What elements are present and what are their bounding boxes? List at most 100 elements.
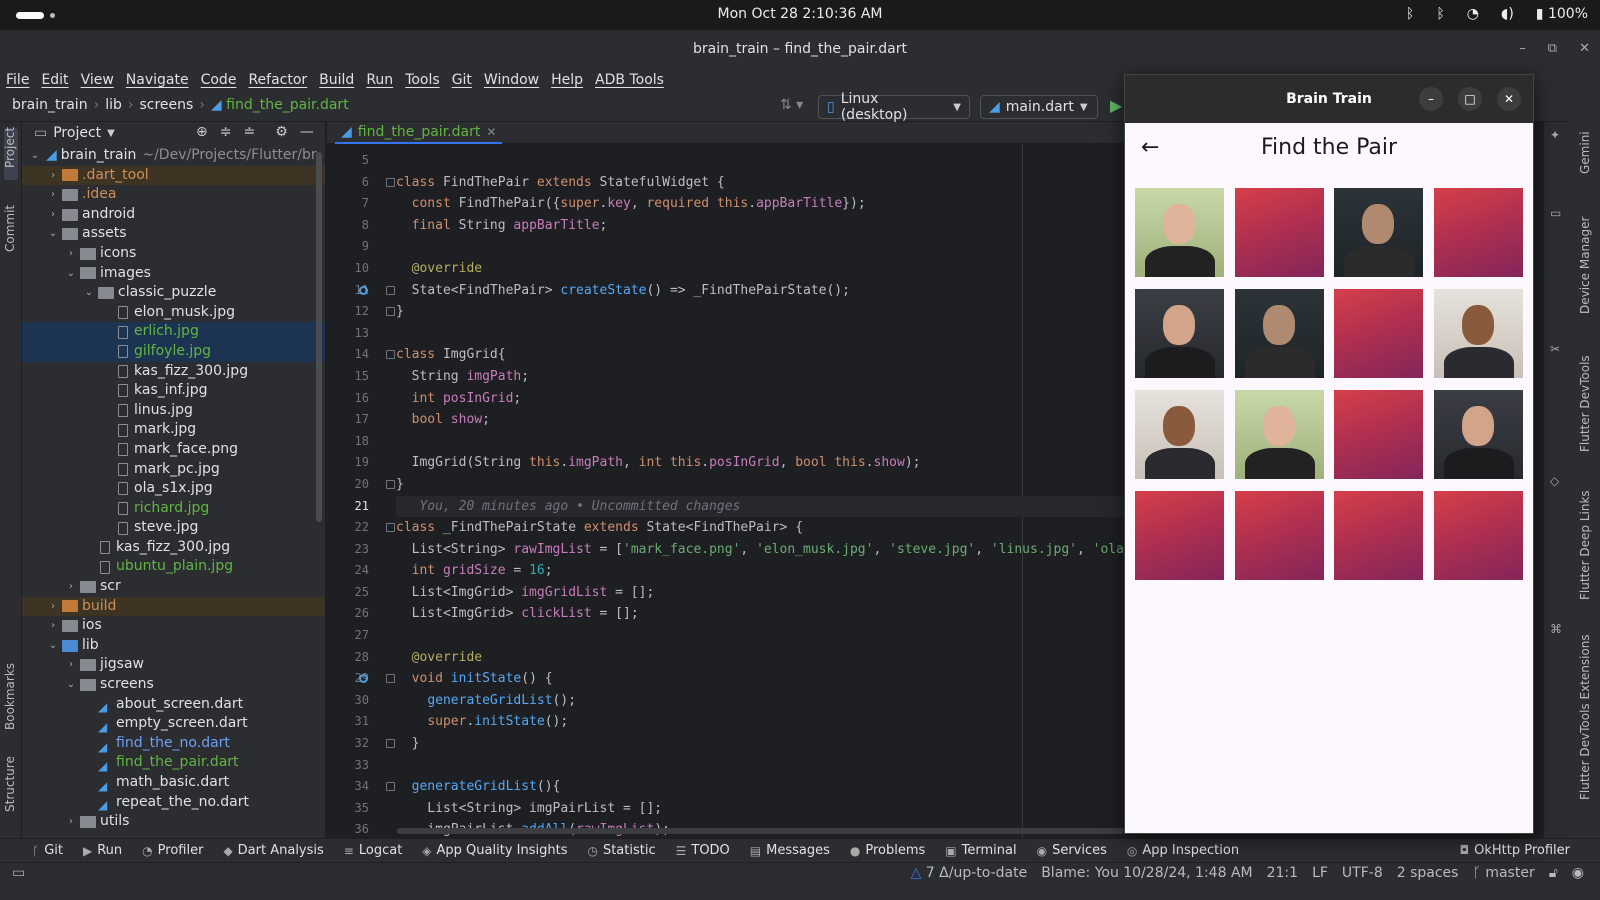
- tree-item[interactable]: ◢ about_screen.dart: [22, 695, 325, 715]
- horizontal-scrollbar[interactable]: [397, 828, 1124, 834]
- project-tool-button[interactable]: Project: [3, 127, 17, 168]
- tree-item[interactable]: mark.jpg: [22, 420, 325, 440]
- tree-item[interactable]: linus.jpg: [22, 401, 325, 421]
- tree-item[interactable]: ⌄ lib: [22, 636, 325, 656]
- hidden-card[interactable]: [1234, 491, 1324, 580]
- flutter-devtools-extensions-icon[interactable]: ⌘: [1550, 622, 1562, 636]
- todo-tool-button[interactable]: ☰ TODO: [676, 843, 730, 858]
- git-tool-button[interactable]: ᚴ Git: [32, 843, 63, 858]
- fold-marker-icon[interactable]: [386, 674, 395, 684]
- tree-item[interactable]: mark_pc.jpg: [22, 460, 325, 480]
- code-line[interactable]: List<ImgGrid> imgGridList = [];: [396, 582, 1124, 604]
- close-tab-icon[interactable]: ✕: [486, 125, 496, 139]
- tree-item[interactable]: › icons: [22, 244, 325, 264]
- menu-file[interactable]: File: [6, 72, 29, 88]
- statistic-tool-button[interactable]: ◷ Statistic: [587, 843, 655, 858]
- chevron-down-icon[interactable]: ▼: [107, 128, 115, 139]
- fold-marker-icon[interactable]: [386, 177, 395, 187]
- flutter-devtools-icon[interactable]: ✂: [1550, 342, 1560, 356]
- breadcrumb-project[interactable]: brain_train: [12, 97, 88, 113]
- code-line[interactable]: const FindThePair({super.key, required t…: [396, 193, 1124, 215]
- tree-item[interactable]: gilfoyle.jpg: [22, 341, 325, 362]
- chevron-right-icon[interactable]: ›: [64, 577, 78, 597]
- tree-item[interactable]: ◢ empty_screen.dart: [22, 714, 325, 734]
- device-manager-tool-button[interactable]: Device Manager: [1578, 217, 1592, 314]
- tree-item[interactable]: › scr: [22, 577, 325, 597]
- breadcrumb-lib[interactable]: lib: [105, 97, 122, 113]
- services-tool-button[interactable]: ◉ Services: [1037, 843, 1107, 858]
- tree-item[interactable]: kas_fizz_300.jpg: [22, 362, 325, 382]
- override-marker-icon[interactable]: [359, 285, 368, 295]
- code-line[interactable]: void initState() {: [396, 668, 1124, 690]
- code-line[interactable]: final String appBarTitle;: [396, 215, 1124, 237]
- code-area[interactable]: class FindThePair extends StatefulWidget…: [396, 150, 1124, 838]
- revealed-card-gilfoyle[interactable]: [1334, 188, 1423, 277]
- revealed-card-kas[interactable]: [1135, 390, 1224, 479]
- tree-item[interactable]: ⌄ assets: [22, 224, 325, 244]
- code-line[interactable]: generateGridList();: [396, 690, 1124, 712]
- flutter-devtools-extensions-tool-button[interactable]: Flutter DevTools Extensions: [1578, 634, 1592, 800]
- chevron-right-icon[interactable]: ›: [46, 185, 60, 205]
- chevron-right-icon[interactable]: ›: [46, 166, 60, 186]
- notifications-icon[interactable]: ◉: [1572, 865, 1584, 881]
- toggle-tool-windows-icon[interactable]: ▭: [12, 865, 25, 881]
- gemini-tool-button[interactable]: Gemini: [1578, 131, 1592, 174]
- caret-position[interactable]: 21:1: [1267, 865, 1298, 881]
- tree-item[interactable]: elon_musk.jpg: [22, 303, 325, 323]
- fold-marker-icon[interactable]: [386, 307, 395, 317]
- app-inspection-tool-button[interactable]: ◎ App Inspection: [1127, 843, 1239, 858]
- breadcrumb-file[interactable]: ◢ find_the_pair.dart: [211, 97, 349, 113]
- code-line[interactable]: }: [396, 733, 1124, 755]
- chevron-right-icon[interactable]: ›: [64, 244, 78, 264]
- menu-code[interactable]: Code: [201, 72, 237, 88]
- device-selector[interactable]: ▯ Linux (desktop) ▼: [818, 91, 970, 123]
- tree-item[interactable]: › ios: [22, 616, 325, 636]
- chevron-down-icon[interactable]: ⌄: [82, 283, 96, 303]
- blame-status[interactable]: Blame: You 10/28/24, 1:48 AM: [1041, 865, 1252, 881]
- fold-marker-icon[interactable]: [386, 350, 395, 360]
- menu-git[interactable]: Git: [452, 72, 472, 88]
- menu-window[interactable]: Window: [484, 72, 539, 88]
- code-line[interactable]: ImgGrid(String this.imgPath, int this.po…: [396, 452, 1124, 474]
- fold-marker-icon[interactable]: [386, 285, 395, 295]
- hidden-card[interactable]: [1135, 491, 1224, 580]
- chevron-down-icon[interactable]: ⌄: [64, 675, 78, 695]
- fold-marker-icon[interactable]: [386, 739, 395, 749]
- chevron-down-icon[interactable]: ⌄: [46, 636, 60, 656]
- chevron-right-icon[interactable]: ›: [46, 597, 60, 617]
- code-line[interactable]: super.initState();: [396, 711, 1124, 733]
- tree-item[interactable]: steve.jpg: [22, 518, 325, 538]
- hidden-card[interactable]: [1334, 289, 1423, 378]
- app-quality-insights-tool-button[interactable]: ◈ App Quality Insights: [422, 843, 567, 858]
- menu-run[interactable]: Run: [366, 72, 393, 88]
- breadcrumb-screens[interactable]: screens: [139, 97, 193, 113]
- code-line[interactable]: generateGridList(){: [396, 776, 1124, 798]
- flutter-deep-links-icon[interactable]: ◇: [1550, 474, 1559, 488]
- code-line[interactable]: List<ImgGrid> clickList = [];: [396, 603, 1124, 625]
- fold-marker-icon[interactable]: [386, 782, 395, 792]
- bookmarks-tool-button[interactable]: Bookmarks: [3, 663, 17, 730]
- code-line[interactable]: @override: [396, 258, 1124, 280]
- code-line[interactable]: [396, 323, 1124, 345]
- menu-navigate[interactable]: Navigate: [126, 72, 189, 88]
- hidden-card[interactable]: [1234, 188, 1324, 277]
- code-line[interactable]: State<FindThePair> createState() => _Fin…: [396, 280, 1124, 302]
- fold-marker-icon[interactable]: [386, 480, 395, 489]
- flutter-deep-links-tool-button[interactable]: Flutter Deep Links: [1578, 490, 1592, 600]
- revealed-card-gilfoyle[interactable]: [1234, 289, 1324, 378]
- line-separator[interactable]: LF: [1312, 865, 1328, 881]
- tree-item[interactable]: richard.jpg: [22, 499, 325, 519]
- tree-item[interactable]: ◢ find_the_no.dart: [22, 734, 325, 754]
- tree-item[interactable]: › .dart_tool: [22, 165, 325, 186]
- menu-edit[interactable]: Edit: [41, 72, 68, 88]
- collapse-all-icon[interactable]: ≐: [243, 124, 255, 140]
- menu-help[interactable]: Help: [551, 72, 583, 88]
- messages-tool-button[interactable]: ▤ Messages: [750, 843, 830, 858]
- chevron-right-icon[interactable]: ›: [64, 655, 78, 675]
- tree-item[interactable]: ⌄ images: [22, 264, 325, 284]
- tree-item[interactable]: ◢ repeat_the_no.dart: [22, 793, 325, 813]
- code-line[interactable]: int gridSize = 16;: [396, 560, 1124, 582]
- device-manager-icon[interactable]: ▭: [1550, 206, 1561, 220]
- code-line[interactable]: }: [396, 301, 1124, 323]
- code-line[interactable]: }: [396, 474, 1124, 496]
